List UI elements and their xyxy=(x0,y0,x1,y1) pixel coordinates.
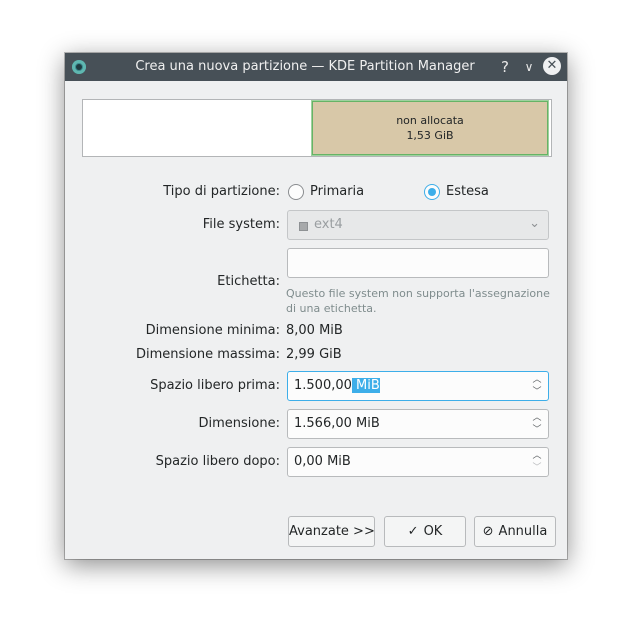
radio-primaria[interactable] xyxy=(288,184,304,200)
spin-down-icon[interactable]: ﹀ xyxy=(531,424,543,436)
volume-label-hint: Questo file system non supporta l'assegn… xyxy=(286,287,550,315)
spin-down-icon[interactable]: ﹀ xyxy=(531,386,543,398)
partition-type-label: Tipo di partizione: xyxy=(163,184,280,199)
min-size-label: Dimensione minima: xyxy=(145,323,280,338)
volume-label-label: Etichetta: xyxy=(217,274,280,289)
spin-up-icon[interactable]: ︿ xyxy=(531,412,543,424)
free-before-label: Spazio libero prima: xyxy=(150,378,280,393)
help-icon[interactable]: ? xyxy=(495,57,515,77)
unallocated-size: 1,53 GiB xyxy=(406,129,454,142)
cancel-icon: ⊘ xyxy=(482,524,494,539)
size-label: Dimensione: xyxy=(198,416,280,431)
free-after-value: 0,00 MiB xyxy=(294,454,351,469)
spin-down-icon[interactable]: ﹀ xyxy=(531,462,543,474)
size-spinbox[interactable]: 1.566,00 MiB ︿ ﹀ xyxy=(287,409,549,439)
minimize-icon[interactable]: ∨ xyxy=(519,57,539,77)
partition-graphic: non allocata 1,53 GiB xyxy=(82,99,552,157)
title-bar[interactable]: Crea una nuova partizione — KDE Partitio… xyxy=(65,53,567,81)
ok-button[interactable]: ✓ OK xyxy=(384,516,466,547)
partition-manager-app-icon xyxy=(72,60,86,74)
volume-label-input[interactable] xyxy=(287,248,549,278)
dialog-window: Crea una nuova partizione — KDE Partitio… xyxy=(65,53,567,559)
free-before-spinbox[interactable]: 1.500,00 MiB ︿ ﹀ xyxy=(287,371,549,401)
unallocated-label: non allocata xyxy=(396,114,464,127)
window-title: Crea una nuova partizione — KDE Partitio… xyxy=(135,59,475,74)
spin-up-icon[interactable]: ︿ xyxy=(531,374,543,386)
close-icon[interactable]: ✕ xyxy=(543,57,561,75)
size-value: 1.566,00 MiB xyxy=(294,416,380,431)
file-system-label: File system: xyxy=(202,217,280,232)
free-after-spinbox[interactable]: 0,00 MiB ︿ ﹀ xyxy=(287,447,549,477)
cancel-button[interactable]: ⊘ Annulla xyxy=(474,516,556,547)
spin-up-icon[interactable]: ︿ xyxy=(531,450,543,462)
ok-button-label: OK xyxy=(423,524,443,539)
check-icon: ✓ xyxy=(407,524,419,539)
cancel-button-label: Annulla xyxy=(498,524,548,539)
file-system-combo[interactable]: ext4 ⌄ xyxy=(287,210,549,240)
free-before-unit-selected: MiB xyxy=(351,378,380,393)
chevron-down-icon: ⌄ xyxy=(529,216,540,231)
min-size-value: 8,00 MiB xyxy=(286,323,343,338)
unallocated-partition-block[interactable]: non allocata 1,53 GiB xyxy=(311,100,549,156)
free-before-number: 1.500,00 xyxy=(294,378,352,393)
square-icon xyxy=(299,222,308,231)
free-after-label: Spazio libero dopo: xyxy=(155,454,280,469)
radio-estesa-label[interactable]: Estesa xyxy=(446,184,489,199)
max-size-label: Dimensione massima: xyxy=(135,347,280,362)
file-system-value: ext4 xyxy=(314,217,343,232)
radio-estesa[interactable] xyxy=(424,184,440,200)
advanced-button[interactable]: Avanzate >> xyxy=(288,516,375,547)
radio-primaria-label[interactable]: Primaria xyxy=(310,184,364,199)
max-size-value: 2,99 GiB xyxy=(286,347,342,362)
